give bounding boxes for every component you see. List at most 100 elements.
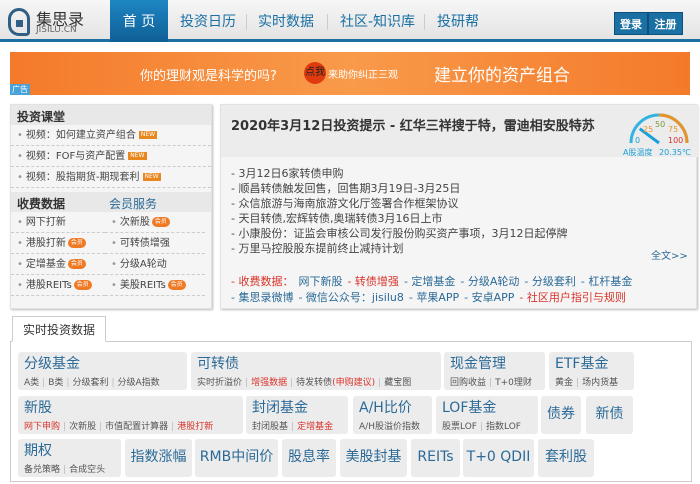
- quick-link[interactable]: - 分级套利: [524, 275, 575, 288]
- data-category[interactable]: 现金管理 回购收益 | T+0理财: [444, 352, 545, 390]
- course-link[interactable]: 视频：如何建立资产组合NEW: [11, 125, 211, 146]
- data-category[interactable]: A/H比价 A/H股溢价指数: [353, 396, 432, 434]
- paid-data-link[interactable]: 港股REITs会员: [11, 275, 105, 296]
- sub-link[interactable]: 场内货基: [582, 378, 618, 388]
- nav-community[interactable]: 社区-知识库: [340, 0, 415, 42]
- category-title[interactable]: RMB中间价: [195, 439, 278, 476]
- category-title[interactable]: 期权: [24, 442, 115, 460]
- category-title[interactable]: A/H比价: [359, 399, 426, 417]
- sub-link[interactable]: 增强数据: [251, 378, 287, 388]
- data-category[interactable]: RMB中间价: [195, 439, 278, 477]
- data-category[interactable]: 封闭基金 封闭股基 | 定增基金: [246, 396, 348, 434]
- sub-link[interactable]: 回购收益: [450, 378, 486, 388]
- paid-data-link[interactable]: 分级A轮动: [105, 254, 205, 275]
- news-item[interactable]: - 3月12日6家转债申购: [231, 165, 343, 181]
- data-category[interactable]: 新债: [586, 396, 633, 434]
- category-title[interactable]: ETF基金: [555, 355, 628, 373]
- paid-data-link[interactable]: 港股打新会员: [11, 233, 105, 254]
- data-category[interactable]: 指数涨幅: [125, 439, 192, 477]
- sub-link[interactable]: 指数LOF: [486, 422, 521, 432]
- category-title[interactable]: 指数涨幅: [125, 439, 192, 476]
- member-service-link[interactable]: 会员服务: [109, 195, 157, 212]
- data-category[interactable]: 套利股: [538, 439, 594, 477]
- quick-link[interactable]: - 苹果APP: [409, 291, 459, 304]
- login-button[interactable]: 登录: [614, 12, 648, 35]
- news-item[interactable]: - 天目转债,宏辉转债,奥瑞转债3月16日上市: [231, 210, 442, 226]
- quick-link[interactable]: - 定增基金: [404, 275, 455, 288]
- quick-link[interactable]: 网下新股: [298, 275, 342, 288]
- paid-data-link[interactable]: 网下打新: [11, 212, 105, 233]
- sub-link[interactable]: 定增基金: [297, 422, 333, 432]
- category-title[interactable]: 套利股: [538, 439, 594, 476]
- quick-link[interactable]: - 分级A轮动: [460, 275, 519, 288]
- nav-calendar[interactable]: 投资日历: [180, 0, 236, 42]
- sub-link[interactable]: A类: [24, 378, 39, 388]
- category-title[interactable]: T+0 QDII: [463, 439, 534, 476]
- news-item[interactable]: - 万里马控股股东提前终止减持计划: [231, 240, 403, 256]
- sub-link[interactable]: A/H股溢价指数: [359, 422, 420, 432]
- sub-link[interactable]: 市值配置计算器: [105, 422, 168, 432]
- sub-link[interactable]: 黄金: [555, 378, 573, 388]
- ad-banner[interactable]: 你的理财观是科学的吗? 点我 来助你纠正三观 建立你的资产组合 广告: [10, 52, 690, 95]
- sub-link[interactable]: 备兑策略: [24, 465, 60, 475]
- news-item[interactable]: - 小康股份：证监会审核公司发行股份购买资产事项，3月12日起停牌: [231, 225, 567, 241]
- sub-link[interactable]: 网下申购: [24, 422, 60, 432]
- category-title[interactable]: 新股: [24, 399, 237, 417]
- data-category[interactable]: T+0 QDII: [463, 439, 534, 477]
- sub-link[interactable]: 分级A指数: [118, 378, 160, 388]
- paid-data-link[interactable]: 美股REITs会员: [105, 275, 205, 296]
- course-link[interactable]: 视频：股指期货-期现套利NEW: [11, 167, 211, 188]
- quick-link[interactable]: - 集思录微博: [231, 291, 293, 304]
- read-more-link[interactable]: 全文>>: [651, 247, 688, 262]
- category-title[interactable]: 现金管理: [450, 355, 539, 373]
- register-button[interactable]: 注册: [648, 12, 683, 35]
- category-title[interactable]: REITs: [411, 439, 460, 476]
- sub-link[interactable]: 藏宝图: [384, 378, 411, 388]
- category-title[interactable]: 可转债: [197, 355, 435, 373]
- course-link[interactable]: 视频：FOF与资产配置NEW: [11, 146, 211, 167]
- sub-link[interactable]: 分级套利: [72, 378, 108, 388]
- category-title[interactable]: 新债: [586, 396, 633, 433]
- news-item[interactable]: - 众信旅游与海南旅游文化厅签署合作框架协议: [231, 195, 458, 211]
- sub-link[interactable]: 港股打新: [177, 422, 213, 432]
- data-category[interactable]: 可转债 实时折溢价 | 增强数据 | 待发转债(申购建议) | 藏宝图: [191, 352, 441, 390]
- data-category[interactable]: 债券: [541, 396, 581, 434]
- quick-link[interactable]: - 微信公众号：jisilu8: [298, 291, 403, 304]
- category-title[interactable]: 分级基金: [24, 355, 181, 373]
- category-title[interactable]: 美股封基: [340, 439, 407, 476]
- quick-link[interactable]: - 安卓APP: [464, 291, 514, 304]
- data-category[interactable]: 股息率: [282, 439, 336, 477]
- sub-link[interactable]: 股票LOF: [442, 422, 477, 432]
- data-category[interactable]: 分级基金 A类 | B类 | 分级套利 | 分级A指数: [18, 352, 187, 390]
- quick-link[interactable]: - 杠杆基金: [581, 275, 632, 288]
- nav-research[interactable]: 投研帮: [437, 0, 479, 42]
- paid-data-link[interactable]: 定增基金会员: [11, 254, 105, 275]
- quick-link[interactable]: - 社区用户指引与规则: [519, 291, 625, 304]
- quick-link[interactable]: - 转债增强: [347, 275, 398, 288]
- category-title[interactable]: 封闭基金: [252, 399, 342, 417]
- paid-data-link[interactable]: 可转债增强: [105, 233, 205, 254]
- category-title[interactable]: LOF基金: [442, 399, 532, 417]
- paid-data-link[interactable]: 次新股会员: [105, 212, 205, 233]
- sub-link[interactable]: B类: [48, 378, 63, 388]
- data-category[interactable]: 新股 网下申购 | 次新股 | 市值配置计算器 | 港股打新: [18, 396, 243, 434]
- sub-link[interactable]: T+0理财: [495, 378, 532, 388]
- logo[interactable]: 集思录 JISILU.CN: [8, 6, 98, 38]
- nav-realtime[interactable]: 实时数据: [258, 0, 314, 42]
- news-item[interactable]: - 顺昌转债触发回售，回售期3月19日-3月25日: [231, 180, 460, 196]
- category-title[interactable]: 股息率: [282, 439, 336, 476]
- data-category[interactable]: REITs: [411, 439, 460, 477]
- banner-click-button[interactable]: 点我: [304, 62, 326, 84]
- sub-link[interactable]: 次新股: [69, 422, 96, 432]
- data-category[interactable]: 美股封基: [340, 439, 407, 477]
- sub-link[interactable]: 待发转债(申购建议): [296, 378, 375, 388]
- tab-realtime-data[interactable]: 实时投资数据: [12, 316, 106, 342]
- data-category[interactable]: LOF基金 股票LOF | 指数LOF: [436, 396, 538, 434]
- nav-home[interactable]: 首 页: [110, 0, 168, 42]
- data-category[interactable]: ETF基金 黄金 | 场内货基: [549, 352, 634, 390]
- sub-link[interactable]: 合成空头: [69, 465, 105, 475]
- data-category[interactable]: 期权 备兑策略 | 合成空头: [18, 439, 121, 477]
- sub-link[interactable]: 封闭股基: [252, 422, 288, 432]
- sub-link[interactable]: 实时折溢价: [197, 378, 242, 388]
- category-title[interactable]: 债券: [541, 396, 581, 433]
